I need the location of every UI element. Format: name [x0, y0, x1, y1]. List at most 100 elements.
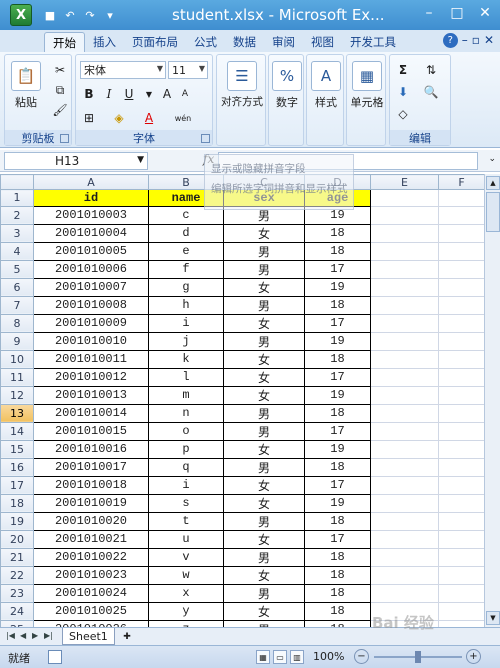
grid-cell[interactable]: 女 [223, 367, 305, 387]
row-header[interactable]: 13 [0, 403, 34, 423]
row-header[interactable]: 14 [0, 421, 34, 441]
grid-cell[interactable]: 女 [223, 529, 305, 549]
grid-cell[interactable] [438, 189, 485, 207]
grid-cell[interactable] [438, 547, 485, 567]
tab-review[interactable]: 审阅 [264, 32, 303, 52]
underline-dropdown-icon[interactable]: ▼ [140, 85, 158, 103]
row-header[interactable]: 16 [0, 457, 34, 477]
scroll-up-icon[interactable]: ▲ [486, 176, 500, 190]
prev-sheet-icon[interactable]: ◀ [20, 631, 26, 640]
zoom-out-icon[interactable]: − [354, 649, 369, 664]
grid-cell[interactable] [370, 223, 439, 243]
grid-cell[interactable] [438, 277, 485, 297]
paste-button[interactable]: 📋 粘贴 [11, 61, 41, 110]
grid-cell[interactable]: 19 [304, 331, 371, 351]
grid-cell[interactable]: 18 [304, 349, 371, 369]
grid-cell[interactable]: f [148, 259, 224, 279]
grid-cell[interactable]: 2001010018 [33, 475, 149, 495]
grid-cell[interactable]: 女 [223, 493, 305, 513]
underline-button[interactable]: U [120, 85, 138, 103]
grid-cell[interactable]: 17 [304, 475, 371, 495]
row-header[interactable]: 23 [0, 583, 34, 603]
grid-cell[interactable]: 19 [304, 493, 371, 513]
clear-icon[interactable]: ◇ [394, 105, 412, 123]
row-header[interactable]: 15 [0, 439, 34, 459]
grid-cell[interactable]: i [148, 313, 224, 333]
row-header[interactable]: 19 [0, 511, 34, 531]
row-header[interactable]: 20 [0, 529, 34, 549]
grid-cell[interactable]: 2001010005 [33, 241, 149, 261]
grid-cell[interactable] [370, 313, 439, 333]
format-painter-icon[interactable]: 🖌 [51, 101, 69, 119]
grid-cell[interactable] [438, 403, 485, 423]
page-break-view-icon[interactable]: ▥ [290, 650, 304, 664]
help-icon[interactable]: ? [442, 33, 458, 48]
grid-cell[interactable]: g [148, 277, 224, 297]
grid-cell[interactable]: 男 [223, 511, 305, 531]
grid-cell[interactable]: 18 [304, 565, 371, 585]
grid-cell[interactable]: 男 [223, 331, 305, 351]
tab-page-layout[interactable]: 页面布局 [124, 32, 186, 52]
row-header[interactable]: 18 [0, 493, 34, 513]
new-sheet-icon[interactable]: ✚ [118, 630, 136, 644]
zoom-level[interactable]: 100% [313, 650, 344, 663]
page-layout-view-icon[interactable]: ▭ [273, 650, 287, 664]
tab-home[interactable]: 开始 [44, 32, 85, 52]
ribbon-restore-icon[interactable]: ▫ [472, 33, 480, 48]
next-sheet-icon[interactable]: ▶ [32, 631, 38, 640]
grid-cell[interactable]: 女 [223, 439, 305, 459]
find-select-icon[interactable]: 🔍 [422, 83, 440, 101]
grid-cell[interactable] [438, 295, 485, 315]
column-header-a[interactable]: A [33, 174, 149, 190]
grid-cell[interactable] [438, 529, 485, 549]
grid-cell[interactable]: 19 [304, 439, 371, 459]
row-header[interactable]: 17 [0, 475, 34, 495]
grid-cell[interactable]: 男 [223, 259, 305, 279]
grid-cell[interactable] [370, 547, 439, 567]
grid-cell[interactable] [438, 583, 485, 603]
grid-cell[interactable]: 男 [223, 421, 305, 441]
grid-cell[interactable]: 18 [304, 511, 371, 531]
grid-cell[interactable]: 2001010023 [33, 565, 149, 585]
grid-cell[interactable]: h [148, 295, 224, 315]
grid-cell[interactable] [370, 295, 439, 315]
grid-cell[interactable]: 2001010010 [33, 331, 149, 351]
cells-button[interactable]: ▦ 单元格 [349, 61, 385, 110]
fill-icon[interactable]: ⬇ [394, 83, 412, 101]
row-header[interactable]: 11 [0, 367, 34, 387]
grow-font-button[interactable]: A [158, 85, 176, 103]
grid-cell[interactable]: 2001010009 [33, 313, 149, 333]
grid-cell[interactable]: d [148, 223, 224, 243]
copy-icon[interactable]: ⧉ [51, 81, 69, 99]
row-header[interactable]: 12 [0, 385, 34, 405]
first-sheet-icon[interactable]: |◀ [6, 631, 15, 640]
grid-cell[interactable]: 女 [223, 565, 305, 585]
tab-insert[interactable]: 插入 [85, 32, 124, 52]
styles-button[interactable]: A 样式 [310, 61, 342, 110]
grid-cell[interactable] [438, 493, 485, 513]
grid-cell[interactable]: 女 [223, 385, 305, 405]
grid-cell[interactable]: 2001010003 [33, 205, 149, 225]
grid-cell[interactable] [370, 385, 439, 405]
ribbon-minimize-icon[interactable]: – [462, 33, 468, 48]
font-size-combo[interactable]: 11 ▼ [168, 61, 208, 79]
scroll-thumb[interactable] [486, 192, 500, 232]
grid-cell[interactable]: 2001010004 [33, 223, 149, 243]
grid-cell[interactable] [438, 475, 485, 495]
grid-cell[interactable]: s [148, 493, 224, 513]
grid-cell[interactable]: 男 [223, 295, 305, 315]
scroll-down-icon[interactable]: ▼ [486, 611, 500, 625]
grid-cell[interactable] [370, 511, 439, 531]
ribbon-close-icon[interactable]: ✕ [484, 33, 494, 48]
grid-cell[interactable] [438, 223, 485, 243]
close-icon[interactable]: ✕ [472, 2, 498, 24]
grid-cell[interactable]: o [148, 421, 224, 441]
grid-cell[interactable] [370, 439, 439, 459]
grid-cell[interactable]: 18 [304, 583, 371, 603]
fill-color-icon[interactable]: ◈ [110, 109, 128, 127]
grid-cell[interactable]: 女 [223, 223, 305, 243]
number-format-button[interactable]: % 数字 [271, 61, 303, 110]
grid-cell[interactable]: 2001010020 [33, 511, 149, 531]
phonetic-button[interactable]: wén [170, 109, 196, 127]
borders-icon[interactable]: ⊞ [80, 109, 98, 127]
